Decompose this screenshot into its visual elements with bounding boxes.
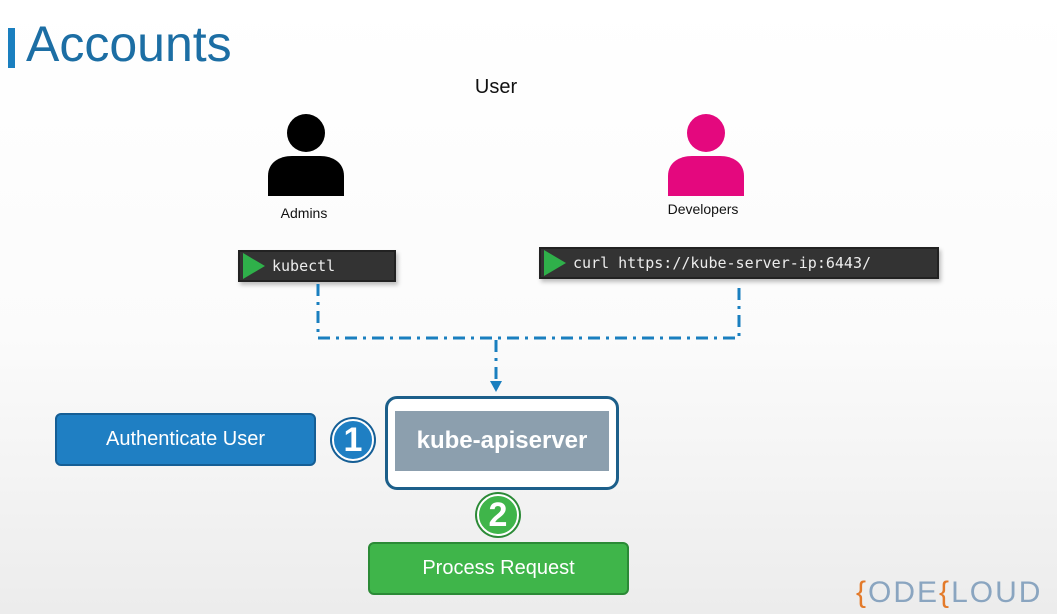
connector-lines xyxy=(316,282,741,392)
authenticate-user-box: Authenticate User xyxy=(55,413,316,466)
process-request-box: Process Request xyxy=(368,542,629,595)
process-request-label: Process Request xyxy=(422,557,575,579)
logo-part-1: ODE xyxy=(868,576,940,609)
kodekloud-logo: { ODE { LOUD xyxy=(856,576,1042,610)
step-2-badge: 2 xyxy=(477,494,519,536)
kube-apiserver-label: kube-apiserver xyxy=(395,411,609,471)
arrow-head-icon xyxy=(490,381,502,392)
step-1-badge: 1 xyxy=(332,419,374,461)
logo-brace-1: { xyxy=(856,576,869,609)
terminal-connector xyxy=(316,282,741,340)
kube-apiserver-box: kube-apiserver xyxy=(385,396,619,490)
authenticate-user-label: Authenticate User xyxy=(106,428,265,450)
logo-part-2: LOUD xyxy=(951,576,1043,609)
logo-brace-2: { xyxy=(939,576,952,609)
